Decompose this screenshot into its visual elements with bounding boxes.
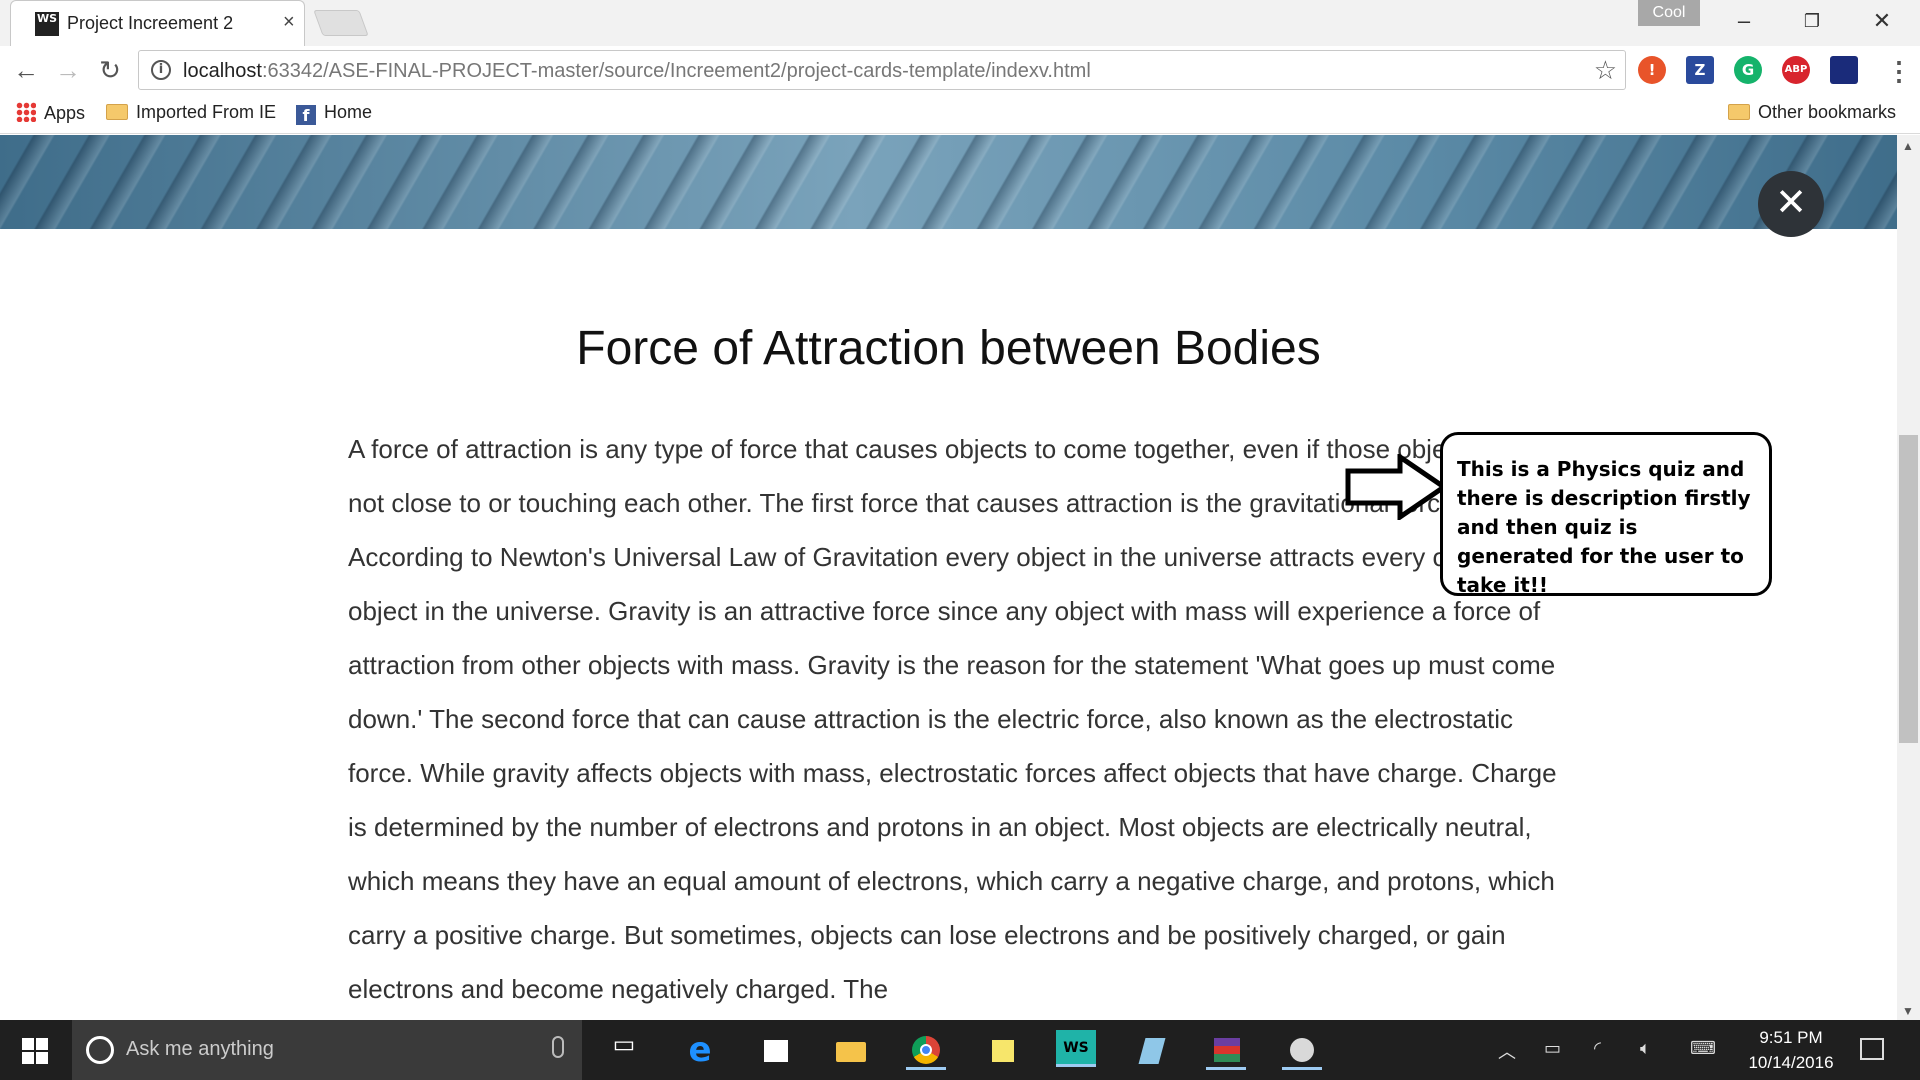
forward-arrow-icon[interactable]: → xyxy=(52,54,84,86)
tab-strip: WS Project Increement 2 × Cool – ❐ ✕ xyxy=(0,0,1920,46)
bookmark-imported-from-ie[interactable]: Imported From IE xyxy=(106,102,276,123)
bookmarks-bar: Apps Imported From IE f Home Other bookma… xyxy=(0,94,1920,134)
grammarly-icon[interactable]: G xyxy=(1734,56,1762,84)
show-hidden-icons-chevron-icon[interactable]: ︿ xyxy=(1498,1038,1516,1064)
annotation-callout: This is a Physics quiz and there is desc… xyxy=(1440,432,1772,597)
clock[interactable]: 9:51 PM 10/14/2016 xyxy=(1742,1025,1840,1075)
windows-taskbar: Ask me anything ▭ e WS ︿ ▭ ◜ 🔈︎ ⌨ 9:51 P… xyxy=(0,1020,1920,1080)
minimize-icon[interactable]: – xyxy=(1724,6,1764,36)
snipping-tool-icon[interactable] xyxy=(1282,1030,1322,1070)
paint-icon[interactable] xyxy=(1132,1030,1172,1070)
bookmark-apps[interactable]: Apps xyxy=(16,102,85,124)
tab-title: Project Increement 2 xyxy=(67,13,234,33)
paint-shape xyxy=(1138,1038,1166,1064)
annotation-arrow-icon xyxy=(1345,454,1449,520)
webstorm-taskbar-icon[interactable]: WS xyxy=(1056,1030,1096,1067)
tab-close-icon[interactable]: × xyxy=(283,11,295,34)
apps-grid-icon xyxy=(16,102,36,122)
bookmark-label: Other bookmarks xyxy=(1758,102,1897,122)
back-arrow-icon[interactable]: ← xyxy=(10,54,42,86)
chrome-logo-center xyxy=(920,1044,932,1056)
scroll-down-arrow-icon[interactable]: ▼ xyxy=(1902,1004,1914,1018)
page-viewport: ✕ Force of Attraction between Bodies A f… xyxy=(0,135,1897,1020)
volume-icon[interactable]: 🔈︎ xyxy=(1640,1038,1651,1059)
file-explorer-icon[interactable] xyxy=(830,1030,870,1070)
url-path: :63342/ASE-FINAL-PROJECT-master/source/I… xyxy=(261,60,1091,82)
scroll-up-arrow-icon[interactable]: ▲ xyxy=(1902,139,1914,153)
bookmark-label: Apps xyxy=(44,103,86,123)
sticky-note-shape xyxy=(992,1040,1014,1062)
edge-browser-icon[interactable]: e xyxy=(680,1030,720,1070)
adblock-plus-icon[interactable]: ABP xyxy=(1782,56,1810,84)
folder-shape xyxy=(836,1042,866,1062)
profile-badge[interactable]: Cool xyxy=(1638,0,1700,26)
browser-toolbar: ← → ↻ i localhost:63342/ASE-FINAL-PROJEC… xyxy=(0,46,1920,94)
article-title: Force of Attraction between Bodies xyxy=(576,322,1321,375)
facebook-icon: f xyxy=(296,105,316,125)
winrar-shape xyxy=(1214,1038,1240,1062)
bookmark-star-icon[interactable]: ☆ xyxy=(1594,55,1617,86)
clock-time: 9:51 PM xyxy=(1759,1028,1823,1047)
bookmark-label: Home xyxy=(324,102,373,122)
scrollbar-thumb[interactable] xyxy=(1899,435,1918,743)
vertical-scrollbar[interactable]: ▲ ▼ xyxy=(1897,135,1920,1020)
webstorm-favicon-icon: WS xyxy=(35,12,59,36)
adblock-alert-icon[interactable]: ! xyxy=(1638,56,1666,84)
new-tab-button[interactable] xyxy=(313,10,369,36)
store-icon[interactable] xyxy=(756,1030,796,1070)
browser-tab[interactable]: WS Project Increement 2 × xyxy=(10,0,305,46)
bookmark-other-bookmarks[interactable]: Other bookmarks xyxy=(1728,102,1896,123)
header-banner-image xyxy=(0,135,1897,229)
task-view-icon[interactable]: ▭ xyxy=(604,1030,644,1070)
store-bag-shape xyxy=(764,1040,788,1062)
folder-icon xyxy=(1728,104,1750,120)
zotero-icon[interactable]: Z xyxy=(1686,56,1714,84)
window-close-icon[interactable]: ✕ xyxy=(1862,6,1902,36)
battery-icon[interactable]: ▭ xyxy=(1544,1038,1561,1059)
bookmark-home[interactable]: f Home xyxy=(296,102,372,125)
search-placeholder: Ask me anything xyxy=(126,1038,274,1060)
cortana-icon xyxy=(86,1036,114,1064)
url-text[interactable]: localhost:63342/ASE-FINAL-PROJECT-master… xyxy=(183,60,1091,83)
wifi-icon[interactable]: ◜ xyxy=(1594,1038,1601,1059)
action-center-icon[interactable] xyxy=(1860,1038,1884,1060)
cortana-search-box[interactable]: Ask me anything xyxy=(72,1020,582,1080)
url-host: localhost xyxy=(183,60,262,82)
restore-icon[interactable]: ❐ xyxy=(1792,6,1832,36)
windows-start-icon[interactable] xyxy=(22,1038,48,1064)
bookmark-label: Imported From IE xyxy=(136,102,277,122)
reload-icon[interactable]: ↻ xyxy=(94,54,126,86)
chrome-menu-icon[interactable]: ⋮ xyxy=(1886,56,1912,87)
winrar-icon[interactable] xyxy=(1206,1030,1246,1070)
sticky-notes-icon[interactable] xyxy=(982,1030,1022,1070)
folder-icon xyxy=(106,104,128,120)
flag-extension-icon[interactable] xyxy=(1830,56,1858,84)
close-modal-button[interactable]: ✕ xyxy=(1758,171,1824,237)
keyboard-icon[interactable]: ⌨ xyxy=(1690,1038,1716,1059)
microphone-icon[interactable] xyxy=(552,1036,564,1058)
snipping-shape xyxy=(1290,1038,1314,1062)
info-icon[interactable]: i xyxy=(151,60,171,80)
clock-date: 10/14/2016 xyxy=(1748,1053,1834,1072)
chrome-taskbar-icon[interactable] xyxy=(906,1030,946,1070)
address-bar[interactable]: i localhost:63342/ASE-FINAL-PROJECT-mast… xyxy=(138,50,1626,90)
